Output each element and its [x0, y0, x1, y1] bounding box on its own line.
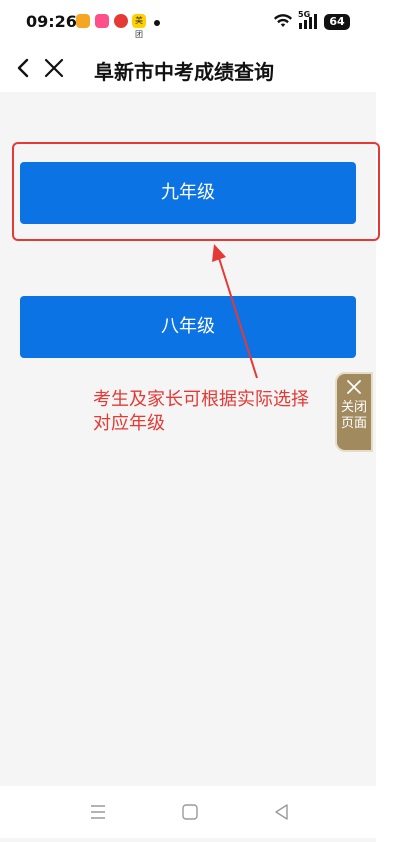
weibo-icon	[76, 14, 90, 28]
meituan-app-icon: 美团	[132, 14, 146, 39]
grade-8-button[interactable]: 八年级	[20, 296, 356, 358]
map-pin-app-icon	[114, 14, 128, 28]
cell-signal-icon	[299, 14, 317, 29]
close-icon	[347, 380, 361, 394]
status-time: 09:26	[26, 12, 77, 31]
back-icon[interactable]	[12, 56, 36, 80]
home-icon[interactable]	[180, 802, 200, 822]
shopping-app-icon	[95, 14, 109, 28]
highlight-box	[12, 142, 380, 241]
close-page-label: 关闭页面	[340, 400, 367, 431]
annotation-text: 考生及家长可根据实际选择对应年级	[93, 389, 309, 434]
wifi-icon	[274, 14, 292, 27]
battery-indicator: 64	[324, 14, 350, 30]
navigation-bar: 阜新市中考成绩查询	[0, 44, 376, 92]
notification-dot-icon	[154, 20, 160, 26]
menu-icon[interactable]	[88, 802, 108, 822]
back-triangle-icon[interactable]	[272, 802, 292, 822]
status-bar: 09:26 美团 5G 64	[0, 0, 376, 44]
page-title: 阜新市中考成绩查询	[94, 60, 274, 84]
close-icon[interactable]	[42, 56, 66, 80]
close-page-float-button[interactable]: 关闭页面	[335, 372, 373, 452]
system-navigation-bar	[0, 786, 376, 838]
